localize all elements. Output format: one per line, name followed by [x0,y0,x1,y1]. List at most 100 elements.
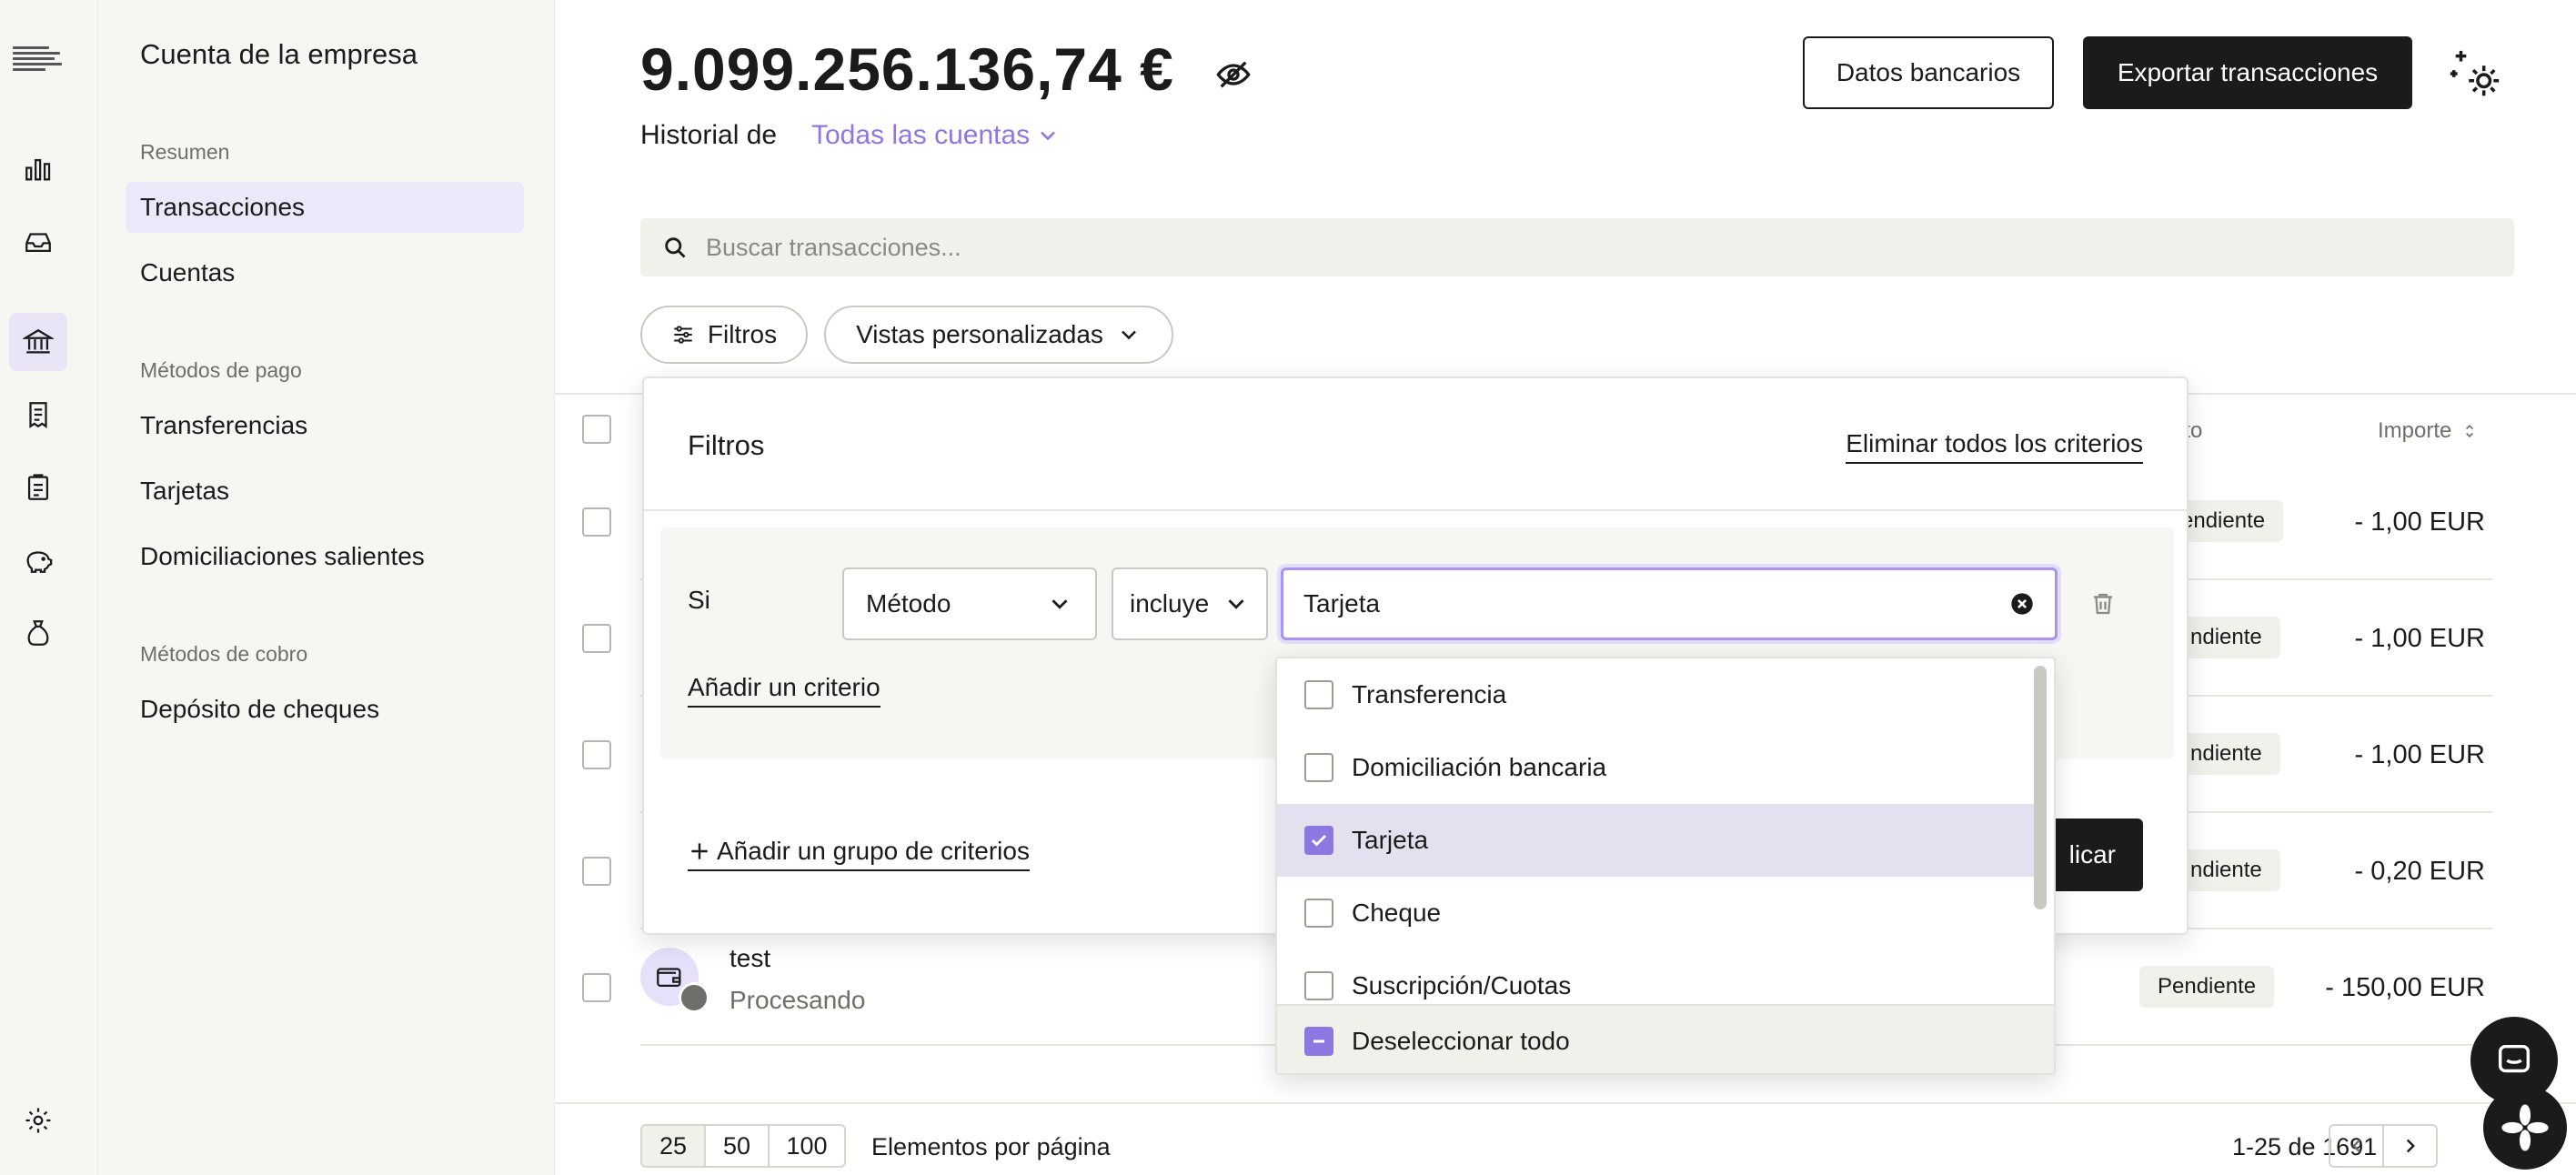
sliders-icon [674,326,692,344]
value-input-text: Tarjeta [1303,589,1381,618]
minus-icon [1313,1039,1324,1043]
row-amount: - 1,00 EUR [2354,624,2485,653]
search-input[interactable] [706,233,2434,262]
settings-icon[interactable] [16,1099,60,1142]
history-label: Historial de [640,120,778,150]
hide-balance-icon[interactable] [1215,56,1252,93]
invoice-icon[interactable] [16,393,60,437]
option-checkbox[interactable] [1304,971,1333,1000]
sidebar-item-direct-debits[interactable]: Domiciliaciones salientes [126,531,524,582]
deselect-all-checkbox[interactable] [1304,1027,1333,1056]
option-label: Transferencia [1352,680,1507,708]
clear-input-icon[interactable] [2009,591,2035,617]
row-amount: - 1,00 EUR [2354,507,2485,537]
column-header-amount[interactable]: Importe [2378,418,2479,444]
chevron-down-icon [1041,131,1056,141]
previous-page-button[interactable] [2330,1126,2384,1166]
sort-icon [2466,424,2474,438]
chevron-down-icon [1228,599,1244,609]
sidebar-item-transfers[interactable]: Transferencias [126,400,524,451]
row-checkbox[interactable] [582,624,611,653]
export-transactions-button[interactable]: Exportar transacciones [2083,36,2412,109]
chat-icon [2498,1044,2531,1073]
checkmark-icon [1312,835,1326,847]
deselect-all-label: Deseleccionar todo [1352,1027,1570,1055]
sidebar-section-summary: Resumen [140,140,230,164]
row-name: test [730,944,771,972]
money-bag-icon[interactable] [16,611,60,655]
field-select-value: Método [866,589,951,618]
method-options-dropdown: Transferencia Domiciliación bancaria Tar… [1275,657,2056,1075]
row-amount: - 1,00 EUR [2354,740,2485,769]
add-criteria-group-link[interactable]: Añadir un grupo de criterios [688,837,1030,871]
next-page-button[interactable] [2384,1126,2436,1166]
pagination-arrows [2329,1124,2438,1168]
chevron-down-icon [1122,330,1136,340]
sidebar-item-transactions[interactable]: Transacciones [126,182,524,233]
page-size-25[interactable]: 25 [642,1126,706,1166]
filter-panel-title: Filtros [688,429,765,461]
page-size-selector: 25 50 100 [640,1124,846,1168]
option-checkbox-checked[interactable] [1304,826,1333,855]
search-icon [665,237,686,258]
dropdown-scrollbar[interactable] [2034,666,2047,909]
option-checkbox[interactable] [1304,753,1333,782]
ai-settings-icon[interactable] [2447,45,2503,102]
sidebar-item-cards[interactable]: Tarjetas [126,466,524,517]
row-checkbox[interactable] [582,507,611,537]
sidebar-section-payment: Métodos de pago [140,358,302,382]
assistant-button[interactable] [2483,1086,2567,1170]
operator-select-value: incluye [1130,589,1210,618]
inbox-icon[interactable] [16,220,60,264]
chevron-down-icon [1052,599,1068,609]
custom-views-button[interactable]: Vistas personalizadas [824,306,1173,364]
account-balance: 9.099.256.136,74 € [640,35,1174,103]
option-label: Tarjeta [1352,826,1429,854]
row-checkbox[interactable] [582,973,611,1002]
operator-select[interactable]: incluye [1112,567,1268,640]
account-selector[interactable]: Todas las cuentas [811,120,1061,151]
deselect-all-option[interactable]: Deseleccionar todo [1277,1004,2054,1073]
delete-criterion-icon[interactable] [2076,577,2130,631]
option-check[interactable]: Cheque [1277,877,2034,949]
search-bar[interactable] [640,218,2514,276]
option-direct-debit[interactable]: Domiciliación bancaria [1277,731,2034,804]
company-logo[interactable] [13,35,65,82]
option-card[interactable]: Tarjeta [1277,804,2034,877]
filters-button[interactable]: Filtros [640,306,808,364]
per-page-label: Elementos por página [871,1133,1111,1160]
row-checkbox[interactable] [582,857,611,886]
row-checkbox[interactable] [582,740,611,769]
piggy-bank-icon[interactable] [16,538,60,582]
sidebar-item-check-deposit[interactable]: Depósito de cheques [126,684,524,735]
page-size-100[interactable]: 100 [770,1126,844,1166]
custom-views-label: Vistas personalizadas [856,320,1103,348]
condition-if-label: Si [688,586,710,614]
sidebar-section-collection: Métodos de cobro [140,642,308,666]
chevron-right-icon [2406,1139,2415,1153]
bank-icon[interactable] [9,313,67,371]
option-transfer[interactable]: Transferencia [1277,658,2034,731]
bank-details-button[interactable]: Datos bancarios [1803,36,2054,109]
option-subscription[interactable]: Suscripción/Cuotas [1277,949,2034,1004]
option-label: Suscripción/Cuotas [1352,971,1572,999]
row-amount: - 150,00 EUR [2325,973,2485,1002]
field-select[interactable]: Método [842,567,1097,640]
option-checkbox[interactable] [1304,680,1333,709]
options-list: Transferencia Domiciliación bancaria Tar… [1277,658,2034,1004]
page-size-50[interactable]: 50 [706,1126,770,1166]
sidebar-item-accounts[interactable]: Cuentas [126,247,524,298]
value-input[interactable]: Tarjeta [1281,567,2058,640]
status-badge: Pendiente [2139,966,2275,1008]
clipboard-icon[interactable] [16,466,60,509]
plus-icon [691,843,708,859]
filters-button-label: Filtros [707,320,778,348]
bar-chart-icon[interactable] [16,147,60,191]
option-checkbox[interactable] [1304,899,1333,928]
clear-all-criteria-link[interactable]: Eliminar todos los criterios [1846,429,2143,464]
add-criterion-link[interactable]: Añadir un criterio [688,673,880,708]
flower-icon [2501,1104,2549,1151]
option-label: Domiciliación bancaria [1352,753,1607,781]
select-all-checkbox[interactable] [582,415,611,444]
option-label: Cheque [1352,899,1442,927]
